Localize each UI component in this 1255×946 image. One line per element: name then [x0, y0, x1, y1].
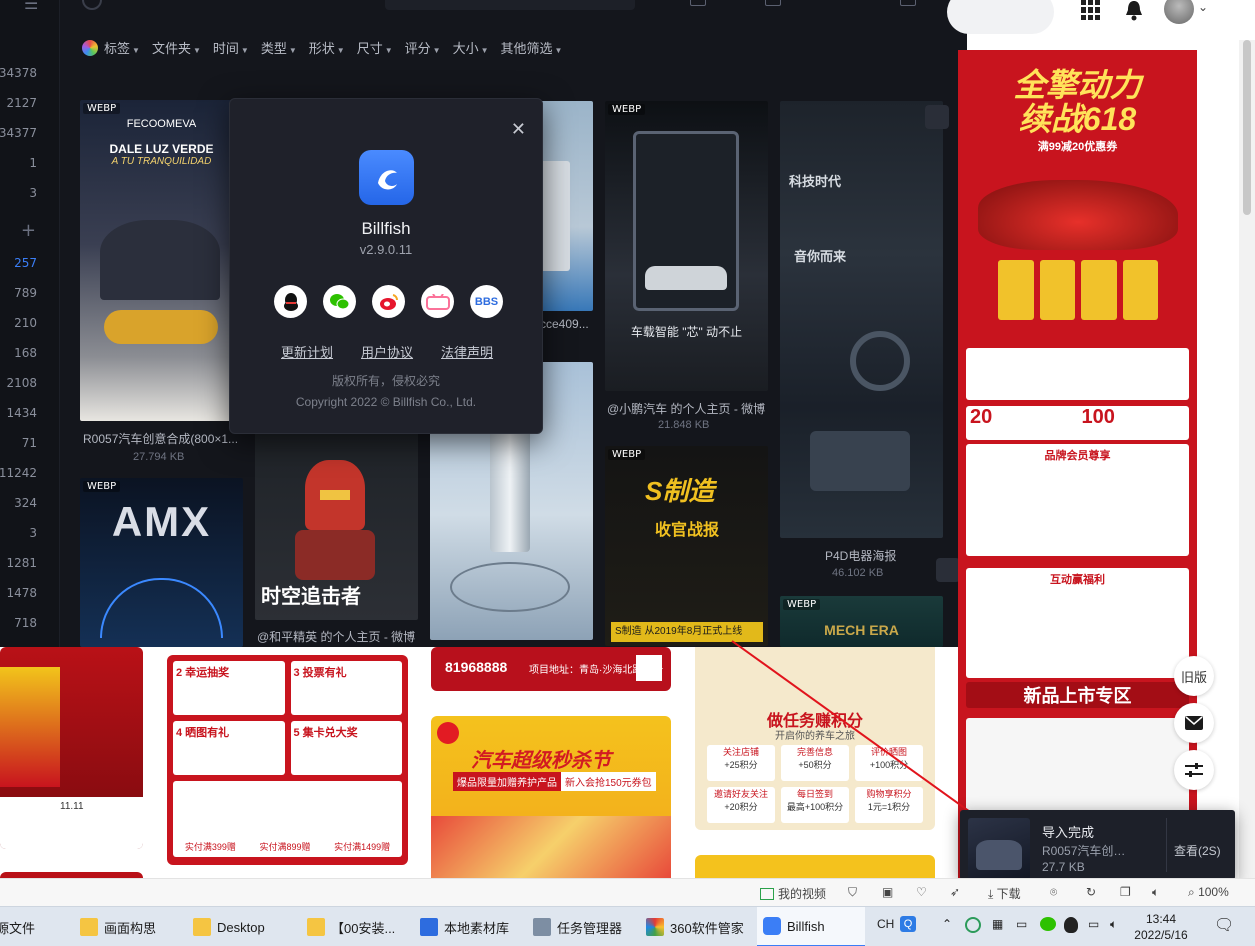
- zoom-label: 100%: [1198, 885, 1229, 899]
- toast-title: 导入完成: [1042, 825, 1095, 840]
- rocket-icon[interactable]: ➶: [950, 885, 960, 899]
- taskbar-app-label: 任务管理器: [557, 920, 623, 936]
- clock[interactable]: 13:44 2022/5/16: [1128, 911, 1194, 943]
- taskbar-app-label: 360软件管家: [670, 920, 744, 936]
- view-button[interactable]: 查看(2S): [1174, 842, 1221, 859]
- import-toast: 导入完成 R0057汽车创意合成(800×1... 27.7 KB 查看(2S): [960, 810, 1235, 880]
- download-label: 下载: [996, 887, 1021, 901]
- divider: [1166, 818, 1167, 872]
- windows-taskbar: 源文件 画面构思 Desktop 【00安装... 本地素材库 任务管理器 36…: [0, 906, 1255, 946]
- shield-icon[interactable]: ⛉: [848, 885, 857, 900]
- taskbar-app[interactable]: 画面构思: [80, 907, 176, 946]
- qq-tray-icon[interactable]: [1064, 917, 1078, 933]
- tray-icon[interactable]: [965, 917, 981, 933]
- network-icon[interactable]: ▭: [1088, 917, 1099, 931]
- my-video-button[interactable]: 我的视频: [760, 885, 826, 902]
- 360-icon: [646, 918, 664, 936]
- download-button[interactable]: ⤓ 下载: [988, 885, 1021, 902]
- refresh-icon[interactable]: ↻: [1086, 885, 1096, 899]
- taskbar-app[interactable]: 任务管理器: [533, 907, 637, 946]
- taskbar-app-label: Billfish: [787, 918, 825, 934]
- wechat-tray-icon[interactable]: [1040, 917, 1056, 931]
- taskbar-app[interactable]: 源文件: [0, 907, 35, 946]
- taskbar-app-active[interactable]: Billfish: [757, 907, 865, 946]
- volume-tray-icon[interactable]: 🔈︎: [1110, 917, 1117, 932]
- toast-filename: R0057汽车创意合成(800×1...: [1042, 844, 1137, 858]
- task-manager-icon: [533, 918, 551, 936]
- notification-icon[interactable]: 🗨︎: [1214, 915, 1234, 935]
- taskbar-app[interactable]: Desktop: [193, 907, 289, 946]
- taskbar-app[interactable]: 360软件管家: [646, 907, 752, 946]
- zoom-button[interactable]: ⌕ 100%: [1188, 885, 1229, 900]
- window-icon[interactable]: ❐: [1120, 885, 1131, 899]
- ime-indicator[interactable]: CH: [877, 917, 894, 931]
- browser-statusbar: 我的视频 ⛉ ▣ ♡ ➶ ⤓ 下载 ⌾ ↻ ❐ 🔈︎ ⌕ 100%: [0, 878, 1255, 906]
- folder-icon: [193, 918, 211, 936]
- toast-filesize: 27.7 KB: [1042, 860, 1085, 874]
- qq-browser-tray-icon[interactable]: Q: [900, 916, 916, 932]
- library-icon: [420, 918, 438, 936]
- chevron-up-icon[interactable]: ⌃: [942, 917, 952, 931]
- billfish-icon: [763, 917, 781, 935]
- my-video-label: 我的视频: [778, 887, 827, 901]
- clock-time: 13:44: [1145, 912, 1177, 926]
- taskbar-app-label: 画面构思: [104, 920, 157, 936]
- folder-icon: [307, 918, 325, 936]
- taskbar-app-label: Desktop: [217, 919, 265, 935]
- toast-thumbnail: [968, 818, 1030, 880]
- taskbar-app[interactable]: 【00安装...: [307, 907, 407, 946]
- taskbar-app-label: 源文件: [0, 920, 36, 936]
- heart-icon[interactable]: ♡: [916, 885, 927, 899]
- tray-icon[interactable]: ▭: [1016, 917, 1027, 931]
- taskbar-app-label: 【00安装...: [331, 920, 396, 936]
- thumb-graphic: [976, 840, 1022, 870]
- download-icon: ⤓: [988, 887, 994, 901]
- volume-icon[interactable]: 🔈︎: [1152, 885, 1159, 900]
- video-icon: [760, 888, 774, 900]
- clock-date: 2022/5/16: [1134, 928, 1188, 942]
- folder-icon: [80, 918, 98, 936]
- taskbar-app[interactable]: 本地素材库: [420, 907, 524, 946]
- annotation-arrow: [731, 640, 1034, 858]
- zoom-icon: ⌕: [1188, 885, 1195, 899]
- image-icon[interactable]: ▣: [882, 885, 893, 899]
- tray-icon[interactable]: ▦: [992, 917, 1003, 931]
- cast-icon[interactable]: ⌾: [1050, 885, 1057, 900]
- taskbar-app-label: 本地素材库: [444, 920, 510, 936]
